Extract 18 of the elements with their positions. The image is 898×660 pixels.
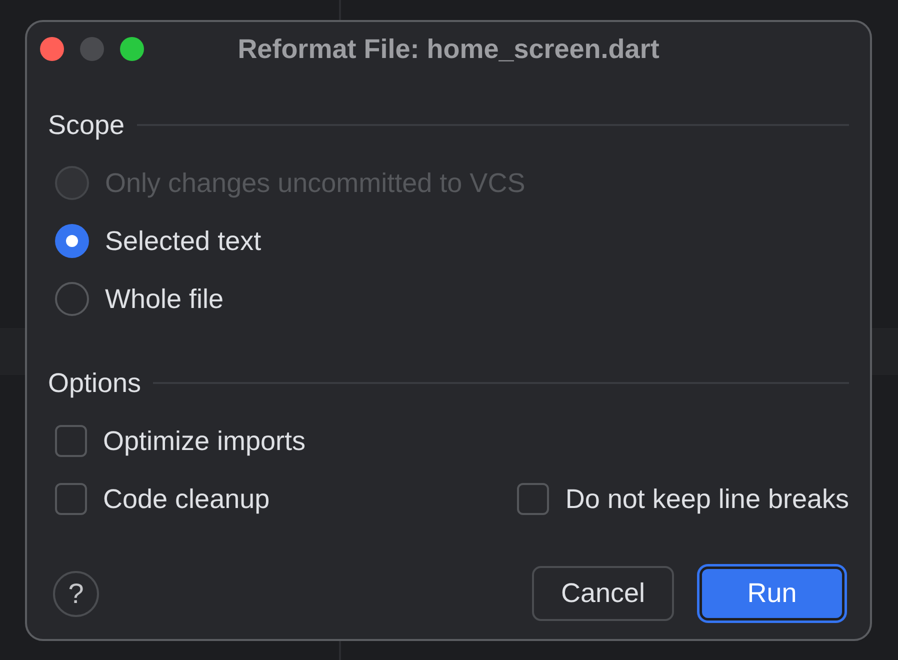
checkbox-label: Do not keep line breaks (565, 483, 849, 515)
section-heading: Scope (48, 110, 125, 140)
window-title: Reformat File: home_screen.dart (236, 33, 660, 65)
close-icon[interactable] (40, 37, 64, 61)
run-button[interactable]: Run (697, 564, 847, 623)
radio-label: Whole file (105, 283, 224, 315)
zoom-icon[interactable] (120, 37, 144, 61)
checkbox-label: Code cleanup (103, 483, 270, 515)
cancel-button[interactable]: Cancel (532, 566, 674, 621)
checkbox[interactable] (55, 483, 87, 515)
section-heading: Options (48, 368, 142, 398)
help-button[interactable]: ? (53, 570, 99, 616)
checkbox-label: Optimize imports (103, 425, 306, 457)
radio-button[interactable] (55, 282, 89, 316)
checkbox[interactable] (55, 425, 87, 457)
radio-button[interactable] (55, 224, 89, 258)
checkbox[interactable] (517, 483, 550, 515)
radio-label: Selected text (105, 225, 262, 257)
